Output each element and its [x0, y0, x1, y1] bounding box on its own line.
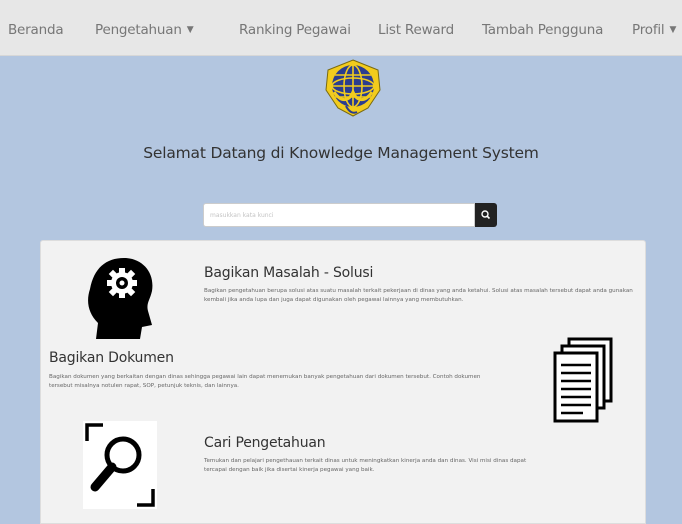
- head-gear-icon: [86, 255, 156, 339]
- nav-ranking-pegawai-label: Ranking Pegawai: [239, 22, 351, 38]
- nav-beranda-label: Beranda: [8, 22, 64, 38]
- top-navbar: Beranda Pengetahuan ▼ Ranking Pegawai Lis…: [0, 0, 682, 56]
- feature-desc-bagikan-dokumen: Bagikan dokumen yang berkaitan dengan di…: [49, 374, 481, 389]
- ministry-emblem-icon: [322, 56, 384, 120]
- nav-ranking-pegawai[interactable]: Ranking Pegawai: [239, 22, 351, 38]
- welcome-heading: Selamat Datang di Knowledge Management S…: [143, 144, 539, 162]
- feature-title-masalah-solusi: Bagikan Masalah - Solusi: [204, 265, 374, 281]
- nav-profil-dropdown[interactable]: Profil ▼: [632, 22, 676, 38]
- feature-title-bagikan-dokumen: Bagikan Dokumen: [49, 350, 174, 366]
- nav-tambah-pengguna-label: Tambah Pengguna: [482, 22, 604, 38]
- nav-pengetahuan-label: Pengetahuan: [95, 22, 182, 38]
- feature-desc-masalah-solusi: Bagikan pengetahuan berupa solusi atas s…: [204, 288, 633, 303]
- search-button[interactable]: [475, 203, 497, 227]
- nav-beranda[interactable]: Beranda: [8, 22, 64, 38]
- search-input[interactable]: [203, 203, 475, 227]
- feature-desc-cari-pengetahuan: Temukan dan pelajari pengethauan terkait…: [204, 458, 527, 473]
- feature-title-cari-pengetahuan: Cari Pengetahuan: [204, 435, 326, 451]
- caret-down-icon: ▼: [186, 25, 194, 35]
- search-bar: [203, 203, 497, 227]
- documents-icon: [549, 337, 619, 425]
- caret-down-icon: ▼: [669, 25, 677, 35]
- nav-pengetahuan-dropdown[interactable]: Pengetahuan ▼: [95, 22, 194, 38]
- nav-list-reward[interactable]: List Reward: [378, 22, 454, 38]
- nav-profil-label: Profil: [632, 22, 665, 38]
- features-panel: Bagikan Masalah - Solusi Bagikan pengeta…: [40, 240, 646, 524]
- search-icon: [481, 210, 491, 220]
- nav-list-reward-label: List Reward: [378, 22, 454, 38]
- nav-tambah-pengguna[interactable]: Tambah Pengguna: [482, 22, 603, 38]
- magnifier-icon: [83, 421, 157, 509]
